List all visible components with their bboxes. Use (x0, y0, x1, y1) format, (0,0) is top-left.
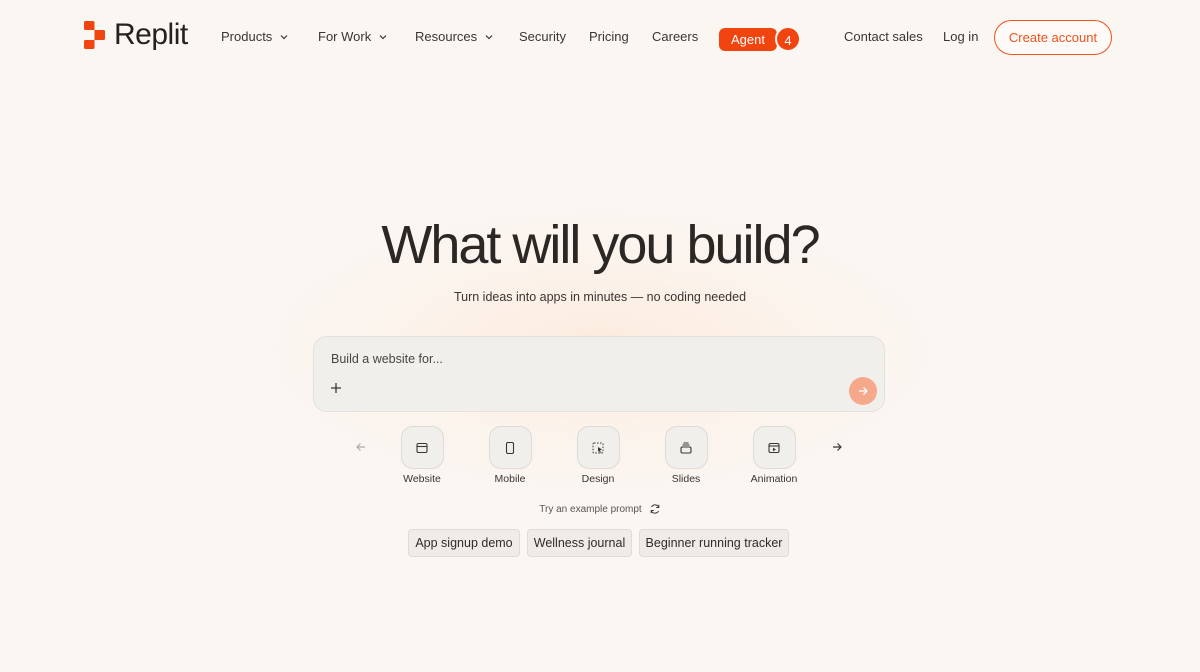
nav-resources[interactable]: Resources (415, 29, 494, 44)
chevron-down-icon (379, 34, 387, 39)
category-animation[interactable]: Animation (744, 426, 804, 485)
log-in-link[interactable]: Log in (943, 29, 978, 44)
nav-products-label: Products (221, 29, 273, 44)
category-design[interactable]: Design (568, 426, 628, 485)
hero-title: What will you build? (381, 215, 820, 275)
nav-careers[interactable]: Careers (652, 29, 698, 44)
agent-button[interactable]: Agent (719, 27, 777, 51)
browser-window-icon (400, 426, 444, 469)
nav-pricing[interactable]: Pricing (589, 29, 629, 44)
contact-sales-link[interactable]: Contact sales (844, 29, 923, 44)
category-label: Website (403, 473, 441, 485)
mobile-phone-icon (488, 426, 532, 469)
design-cursor-icon (576, 426, 620, 469)
chevron-down-icon (485, 34, 493, 39)
category-mobile[interactable]: Mobile (480, 426, 540, 485)
carousel-prev-icon[interactable] (354, 440, 368, 454)
hero-subtitle: Turn ideas into apps in minutes — no cod… (453, 290, 747, 304)
nav-products[interactable]: Products (221, 29, 289, 44)
chevron-down-icon (280, 34, 288, 39)
category-label: Design (581, 473, 615, 485)
category-slides[interactable]: Slides (656, 426, 716, 485)
example-chip[interactable]: Beginner running tracker (639, 529, 789, 557)
brand-name: Replit (114, 18, 188, 51)
agent-count-badge: 4 (774, 26, 801, 52)
replit-logo-icon (84, 21, 105, 49)
category-label: Slides (671, 473, 701, 485)
arrow-right-icon (859, 387, 868, 395)
category-label: Animation (750, 473, 798, 485)
send-button[interactable] (849, 377, 877, 405)
category-website[interactable]: Website (392, 426, 452, 485)
plus-icon[interactable] (329, 381, 343, 395)
prompt-input[interactable] (331, 350, 831, 368)
agent-link[interactable]: Agent 4 (719, 26, 801, 52)
site-header: Replit Products For Work Resources Secur… (0, 0, 1200, 76)
nav-for-work[interactable]: For Work (318, 29, 388, 44)
replit-logo[interactable]: Replit (84, 20, 188, 50)
nav-resources-label: Resources (415, 29, 478, 44)
example-prompt-row: Try an example prompt (0, 503, 1200, 515)
refresh-icon[interactable] (649, 503, 661, 515)
prompt-box (313, 336, 885, 412)
carousel-next-icon[interactable] (830, 440, 844, 454)
nav-for-work-label: For Work (318, 29, 372, 44)
slides-stack-icon (664, 426, 708, 469)
example-chip[interactable]: Wellness journal (527, 529, 632, 557)
example-chip[interactable]: App signup demo (408, 529, 520, 557)
nav-security[interactable]: Security (519, 29, 566, 44)
create-account-button[interactable]: Create account (994, 20, 1112, 55)
category-label: Mobile (494, 473, 526, 485)
animation-play-icon (752, 426, 796, 469)
try-example-label: Try an example prompt (539, 503, 642, 515)
